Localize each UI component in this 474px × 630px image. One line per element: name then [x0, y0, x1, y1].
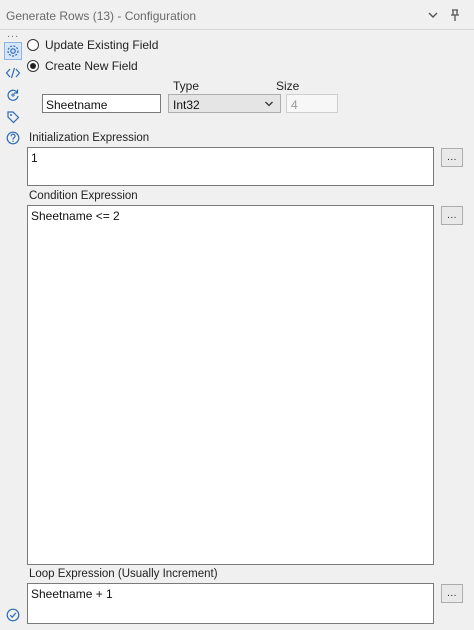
create-new-field-option[interactable]: Create New Field: [27, 59, 138, 73]
refresh-icon[interactable]: [4, 86, 22, 104]
check-circle-icon: [4, 606, 22, 624]
overflow-menu-dots[interactable]: ...: [7, 28, 19, 40]
type-select[interactable]: Int32: [168, 94, 281, 113]
condition-expression-editor-button[interactable]: ...: [441, 206, 463, 225]
help-icon[interactable]: [4, 129, 22, 147]
size-label: Size: [276, 79, 300, 93]
condition-expression-label: Condition Expression: [29, 190, 138, 202]
window-title: Generate Rows (13) - Configuration: [6, 9, 197, 23]
initialization-expression-input[interactable]: 1: [27, 147, 434, 186]
title-bar: Generate Rows (13) - Configuration: [0, 0, 474, 30]
update-existing-field-option[interactable]: Update Existing Field: [27, 38, 158, 52]
initialization-expression-editor-button[interactable]: ...: [441, 148, 463, 167]
update-existing-label: Update Existing Field: [45, 38, 159, 52]
loop-expression-label: Loop Expression (Usually Increment): [29, 568, 218, 580]
condition-expression-input[interactable]: Sheetname <= 2: [27, 205, 434, 565]
type-select-value: Int32: [173, 98, 200, 112]
tag-icon[interactable]: [4, 108, 22, 126]
update-existing-radio[interactable]: [27, 39, 39, 51]
pin-icon[interactable]: [446, 6, 464, 24]
chevron-down-icon: [264, 98, 274, 112]
field-name-input[interactable]: Sheetname: [42, 94, 161, 113]
gear-icon[interactable]: [4, 42, 22, 60]
create-new-label: Create New Field: [45, 59, 138, 73]
size-input: 4: [286, 94, 338, 113]
loop-expression-editor-button[interactable]: ...: [441, 584, 463, 603]
type-label: Type: [173, 79, 200, 93]
loop-expression-input[interactable]: Sheetname + 1: [27, 583, 434, 624]
chevron-down-icon[interactable]: [424, 6, 442, 24]
initialization-expression-label: Initialization Expression: [29, 132, 150, 144]
code-icon[interactable]: [4, 64, 22, 82]
create-new-radio[interactable]: [27, 60, 39, 72]
